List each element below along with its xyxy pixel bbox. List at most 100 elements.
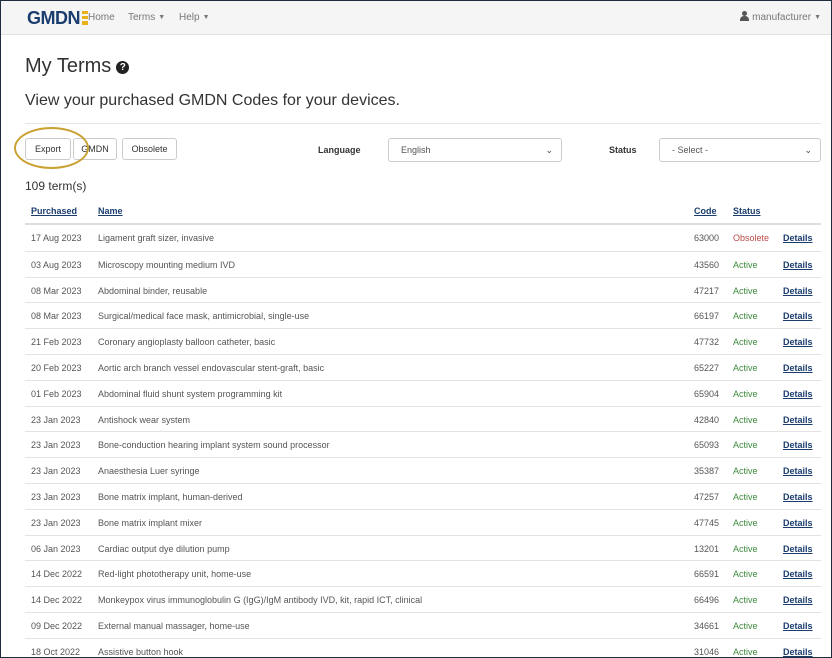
term-status: Active	[733, 311, 758, 322]
column-header-purchased[interactable]: Purchased	[31, 206, 77, 216]
table-row: 17 Aug 2023 Ligament graft sizer, invasiv…	[25, 225, 821, 251]
user-menu[interactable]: manufacturer ▼	[740, 11, 821, 23]
term-code: 43560	[694, 259, 720, 270]
obsolete-button[interactable]: Obsolete	[122, 138, 177, 160]
language-select[interactable]: English ⌄	[388, 138, 562, 162]
term-code: 35387	[694, 466, 720, 477]
details-link[interactable]: Details	[783, 337, 813, 347]
details-link[interactable]: Details	[783, 389, 813, 399]
terms-table-body: 17 Aug 2023 Ligament graft sizer, invasiv…	[25, 225, 821, 657]
details-link[interactable]: Details	[783, 440, 813, 450]
term-name: Coronary angioplasty balloon catheter, b…	[98, 337, 276, 348]
table-row: 23 Jan 2023 Bone matrix implant mixer 4774…	[25, 508, 821, 535]
purchased-date: 14 Dec 2022	[31, 595, 83, 606]
purchased-date: 06 Jan 2023	[31, 543, 81, 554]
term-status: Active	[733, 337, 758, 348]
term-name: Abdominal binder, reusable	[98, 285, 208, 296]
column-header-name[interactable]: Name	[98, 206, 123, 216]
term-name: External manual massager, home-use	[98, 620, 250, 631]
table-row: 08 Mar 2023 Surgical/medical face mask, a…	[25, 302, 821, 328]
term-code: 65093	[694, 440, 720, 451]
term-name: Aortic arch branch vessel endovascular s…	[98, 362, 325, 373]
brand-logo[interactable]: GMDN	[27, 8, 88, 29]
table-row: 01 Feb 2023 Abdominal fluid shunt system …	[25, 379, 821, 406]
details-link[interactable]: Details	[783, 311, 813, 321]
term-code: 66591	[694, 569, 720, 580]
column-header-status[interactable]: Status	[733, 206, 761, 216]
purchased-date: 03 Aug 2023	[31, 259, 82, 270]
term-name: Assistive button hook	[98, 646, 184, 657]
purchased-date: 21 Feb 2023	[31, 337, 82, 348]
term-name: Bone matrix implant, human-derived	[98, 491, 243, 502]
term-status: Active	[733, 491, 758, 502]
caret-down-icon: ▼	[158, 14, 166, 21]
details-link[interactable]: Details	[783, 544, 813, 554]
term-status: Active	[733, 285, 758, 296]
page-subtitle: View your purchased GMDN Codes for your …	[25, 92, 400, 109]
term-code: 47217	[694, 285, 720, 296]
help-icon[interactable]: ?	[116, 61, 130, 74]
term-status: Active	[733, 259, 758, 270]
details-link[interactable]: Details	[783, 621, 813, 631]
details-link[interactable]: Details	[783, 492, 813, 502]
details-link[interactable]: Details	[783, 363, 813, 373]
details-link[interactable]: Details	[783, 569, 813, 579]
purchased-date: 23 Jan 2023	[31, 491, 81, 502]
table-row: 20 Feb 2023 Aortic arch branch vessel end…	[25, 353, 821, 380]
purchased-date: 23 Jan 2023	[31, 440, 81, 451]
term-code: 42840	[694, 414, 720, 425]
term-code: 47745	[694, 517, 720, 528]
term-code: 47732	[694, 337, 720, 348]
purchased-date: 17 Aug 2023	[31, 233, 82, 243]
purchased-date: 14 Dec 2022	[31, 569, 83, 580]
term-name: Cardiac output dye dilution pump	[98, 543, 230, 554]
term-code: 65227	[694, 362, 720, 373]
details-link[interactable]: Details	[783, 647, 813, 657]
details-link[interactable]: Details	[783, 518, 813, 528]
term-status: Obsolete	[733, 233, 770, 243]
divider	[25, 123, 821, 124]
table-row: 23 Jan 2023 Bone matrix implant, human-de…	[25, 482, 821, 509]
term-status: Active	[733, 569, 758, 580]
details-link[interactable]: Details	[783, 415, 813, 425]
table-row: 23 Jan 2023 Bone-conduction hearing impla…	[25, 431, 821, 457]
page-title: My Terms?	[25, 55, 130, 78]
term-name: Anaesthesia Luer syringe	[98, 466, 200, 477]
status-select[interactable]: - Select - ⌄	[659, 138, 821, 162]
column-header-code[interactable]: Code	[694, 206, 717, 216]
details-link[interactable]: Details	[783, 595, 813, 605]
table-row: 03 Aug 2023 Microscopy mounting medium IV…	[25, 250, 821, 277]
purchased-date: 08 Mar 2023	[31, 311, 82, 322]
details-link[interactable]: Details	[783, 286, 813, 296]
purchased-date: 20 Feb 2023	[31, 362, 82, 373]
nav-home[interactable]: Home	[88, 12, 115, 23]
chevron-down-icon: ⌄	[545, 145, 553, 155]
purchased-date: 23 Jan 2023	[31, 414, 81, 425]
caret-down-icon: ▼	[814, 14, 821, 21]
purchased-date: 18 Oct 2022	[31, 646, 81, 657]
term-status: Active	[733, 466, 758, 477]
term-name: Ligament graft sizer, invasive	[98, 233, 215, 243]
term-name: Microscopy mounting medium IVD	[98, 259, 236, 270]
term-name: Red-light phototherapy unit, home-use	[98, 569, 252, 580]
term-name: Antishock wear system	[98, 414, 191, 425]
term-status: Active	[733, 440, 758, 451]
details-link[interactable]: Details	[783, 466, 813, 476]
term-name: Abdominal fluid shunt system programming…	[98, 388, 283, 399]
nav-help-dropdown[interactable]: Help ▼	[179, 12, 210, 23]
term-status: Active	[733, 620, 758, 631]
user-icon	[740, 11, 750, 21]
navbar: GMDN Home Terms ▼ Help ▼ manufacturer ▼	[1, 1, 831, 35]
term-name: Bone matrix implant mixer	[98, 517, 203, 528]
purchased-date: 23 Jan 2023	[31, 517, 81, 528]
details-link[interactable]: Details	[783, 260, 813, 270]
nav-terms-dropdown[interactable]: Terms ▼	[128, 12, 165, 23]
term-code: 63000	[694, 233, 720, 243]
highlight-annotation	[14, 127, 89, 169]
table-row: 21 Feb 2023 Coronary angioplasty balloon …	[25, 328, 821, 354]
details-link[interactable]: Details	[783, 233, 813, 243]
table-row: 23 Jan 2023 Antishock wear system 42840 Act…	[25, 405, 821, 432]
term-code: 34661	[694, 620, 720, 631]
term-code: 65904	[694, 388, 720, 399]
term-status: Active	[733, 388, 758, 399]
